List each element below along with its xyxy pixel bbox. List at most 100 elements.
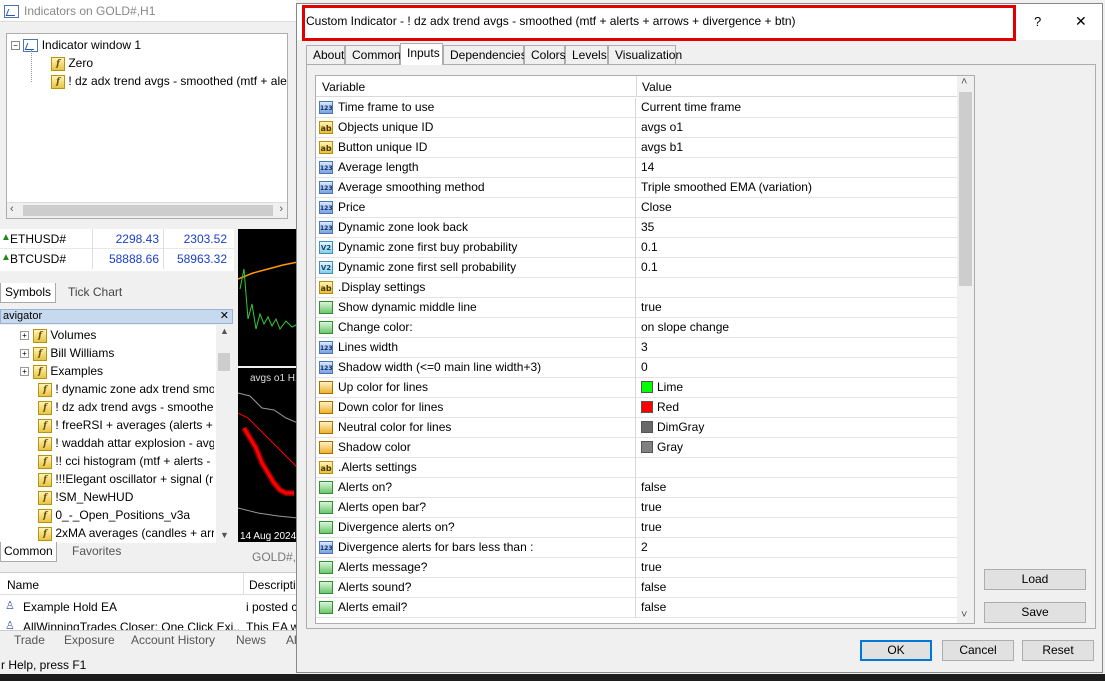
input-row[interactable]: 123 Price Close [316, 198, 957, 218]
grid-vertical-scrollbar[interactable]: ˄ ˅ [957, 76, 974, 623]
tab-trade[interactable]: Trade [14, 633, 45, 647]
tab-dependencies[interactable]: Dependencies [443, 45, 527, 64]
ok-button[interactable]: OK [860, 640, 932, 661]
input-value[interactable]: Lime [637, 378, 957, 398]
scroll-thumb[interactable] [218, 353, 230, 371]
input-value[interactable]: Red [637, 398, 957, 418]
input-value[interactable]: avgs b1 [637, 138, 957, 158]
cancel-button[interactable]: Cancel [942, 640, 1014, 661]
chart-main[interactable] [238, 229, 298, 366]
input-value[interactable]: avgs o1 [637, 118, 957, 138]
input-row[interactable]: Neutral color for lines DimGray [316, 418, 957, 438]
input-row[interactable]: Up color for lines Lime [316, 378, 957, 398]
toolbox-row[interactable]: ♙ Example Hold EA i posted c [0, 598, 298, 616]
toolbox-row[interactable]: ♙ AllWinningTrades Closer: One Click Exi… [0, 618, 298, 630]
input-value[interactable]: true [637, 518, 957, 538]
market-row[interactable]: ▲ ETHUSD# 2298.43 2303.52 [0, 229, 234, 249]
navigator-item[interactable]: f ! freeRSI + averages (alerts + c [38, 416, 214, 434]
close-icon[interactable]: ✕ [1075, 13, 1087, 30]
column-name[interactable]: Name [7, 578, 39, 592]
input-row[interactable]: Alerts open bar? true [316, 498, 957, 518]
save-button[interactable]: Save [984, 602, 1086, 623]
expand-icon[interactable]: + [20, 349, 29, 359]
scroll-thumb[interactable] [23, 205, 273, 216]
input-row[interactable]: 123 Average smoothing method Triple smooth… [316, 178, 957, 198]
tab-visualization[interactable]: Visualization [608, 45, 682, 64]
input-value[interactable]: on slope change [637, 318, 957, 338]
input-value[interactable]: Close [637, 198, 957, 218]
input-row[interactable]: Change color: on slope change [316, 318, 957, 338]
input-row[interactable]: 123 Dynamic zone look back 35 [316, 218, 957, 238]
tab-tick-chart[interactable]: Tick Chart [64, 283, 126, 303]
chart-subwindow[interactable]: avgs o1 H1 [238, 368, 298, 528]
input-value[interactable]: 0 [637, 358, 957, 378]
navigator-item[interactable]: + f Examples [20, 362, 210, 380]
header-variable[interactable]: Variable [322, 80, 365, 94]
scroll-thumb[interactable] [959, 92, 972, 286]
scroll-down-icon[interactable]: ▼ [220, 530, 229, 540]
input-value[interactable]: 35 [637, 218, 957, 238]
navigator-item[interactable]: f ! dynamic zone adx trend smo [38, 380, 214, 398]
input-value[interactable]: true [637, 498, 957, 518]
scroll-left-icon[interactable]: ‹ [10, 203, 14, 215]
market-row[interactable]: ▲ BTCUSD# 58888.66 58963.32 [0, 249, 234, 269]
input-value[interactable]: true [637, 558, 957, 578]
reset-button[interactable]: Reset [1022, 640, 1094, 661]
expand-icon[interactable]: + [20, 331, 29, 341]
input-value[interactable]: 3 [637, 338, 957, 358]
horizontal-scrollbar[interactable]: ‹ › [7, 202, 287, 218]
tree-item-dz-adx[interactable]: f ! dz adx trend avgs - smoothed (mtf + … [51, 72, 287, 90]
input-row[interactable]: V2 Dynamic zone first buy probability 0.1 [316, 238, 957, 258]
input-row[interactable]: Alerts email? false [316, 598, 957, 618]
input-row[interactable]: Down color for lines Red [316, 398, 957, 418]
navigator-item[interactable]: f !! cci histogram (mtf + alerts - [38, 452, 214, 470]
input-value[interactable]: Current time frame [637, 98, 957, 118]
header-value[interactable]: Value [642, 80, 672, 94]
input-value[interactable]: Gray [637, 438, 957, 458]
navigator-item[interactable]: f 0_-_Open_Positions_v3a [38, 506, 214, 524]
navigator-item[interactable]: f ! waddah attar explosion - avg [38, 434, 214, 452]
tab-common[interactable]: Common [345, 45, 401, 64]
expand-icon[interactable]: + [20, 367, 29, 377]
tab-account-history[interactable]: Account History [131, 633, 215, 647]
input-value[interactable]: false [637, 478, 957, 498]
scroll-down-icon[interactable]: ˅ [961, 609, 967, 621]
input-value[interactable]: true [637, 298, 957, 318]
input-row[interactable]: 123 Average length 14 [316, 158, 957, 178]
input-row[interactable]: ab .Display settings [316, 278, 957, 298]
scroll-up-icon[interactable]: ˄ [961, 76, 967, 88]
load-button[interactable]: Load [984, 569, 1086, 590]
tab-news[interactable]: News [236, 633, 266, 647]
help-button[interactable]: ? [1034, 14, 1041, 29]
tab-about[interactable]: About [306, 45, 345, 64]
scroll-up-icon[interactable]: ▲ [220, 326, 229, 336]
tab-common[interactable]: Common [0, 542, 57, 562]
input-value[interactable] [637, 458, 957, 478]
input-value[interactable]: false [637, 578, 957, 598]
input-row[interactable]: ab .Alerts settings [316, 458, 957, 478]
navigator-item[interactable]: f !SM_NewHUD [38, 488, 214, 506]
input-row[interactable]: V2 Dynamic zone first sell probability 0.1 [316, 258, 957, 278]
tree-item-zero[interactable]: f Zero [51, 54, 93, 72]
vertical-scrollbar[interactable]: ▲ ▼ [216, 325, 232, 543]
input-row[interactable]: 123 Divergence alerts for bars less than … [316, 538, 957, 558]
navigator-item[interactable]: + f Volumes [20, 326, 210, 344]
input-row[interactable]: Shadow color Gray [316, 438, 957, 458]
input-row[interactable]: 123 Lines width 3 [316, 338, 957, 358]
tab-exposure[interactable]: Exposure [64, 633, 115, 647]
navigator-item[interactable]: f ! dz adx trend avgs - smoothe [38, 398, 214, 416]
navigator-item[interactable]: f 2xMA averages (candles + arr [38, 524, 214, 542]
input-row[interactable]: Alerts message? true [316, 558, 957, 578]
input-value[interactable]: 2 [637, 538, 957, 558]
input-row[interactable]: 123 Shadow width (<=0 main line width+3) 0 [316, 358, 957, 378]
tab-colors[interactable]: Colors [524, 45, 566, 64]
tab-inputs[interactable]: Inputs [400, 43, 443, 65]
input-row[interactable]: ab Button unique ID avgs b1 [316, 138, 957, 158]
column-description[interactable]: Descripti [249, 578, 296, 592]
input-value[interactable] [637, 278, 957, 298]
tab-favorites[interactable]: Favorites [72, 542, 121, 562]
input-value[interactable]: Triple smoothed EMA (variation) [637, 178, 957, 198]
input-row[interactable]: Divergence alerts on? true [316, 518, 957, 538]
navigator-item[interactable]: f !!!Elegant oscillator + signal (r [38, 470, 214, 488]
navigator-item[interactable]: + f Bill Williams [20, 344, 210, 362]
